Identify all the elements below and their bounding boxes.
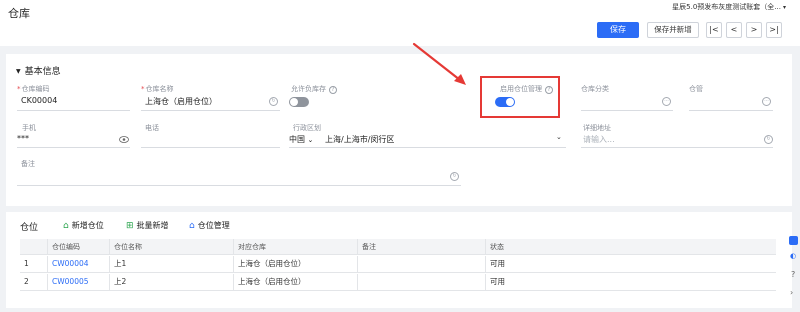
more-icon[interactable]: ···: [662, 97, 671, 106]
table-row[interactable]: 2 CW00005 上2 上海仓（启用仓位） 可用: [20, 274, 776, 291]
basic-info-card: ▼ 基本信息: [6, 54, 792, 206]
position-remark: [358, 256, 486, 272]
address-underline: [581, 147, 773, 148]
category-label: 仓库分类: [581, 85, 609, 93]
eye-icon[interactable]: [119, 136, 129, 143]
col-code: 仓位编码: [48, 239, 110, 254]
prev-record-button[interactable]: <: [726, 22, 742, 38]
tel-label: 电话: [145, 124, 159, 132]
refresh-icon[interactable]: ↻: [764, 135, 773, 144]
chevron-down-icon: ⌄: [307, 136, 314, 144]
arrow-annotation: [412, 42, 466, 85]
position-name: 上1: [110, 256, 234, 272]
allow-negative-toggle[interactable]: [289, 97, 309, 107]
address-input[interactable]: 请输入...: [583, 134, 615, 145]
positions-card: 仓位 ⌂ 新增仓位 ⊞ 批量新增 ⌂ 仓位管理 仓位编码 仓位名称 对应仓库 备注 状…: [6, 212, 792, 308]
table-row[interactable]: 1 CW00004 上1 上海仓（启用仓位） 可用: [20, 256, 776, 273]
region-select[interactable]: 上海/上海市/闵行区: [325, 134, 394, 145]
category-underline: [581, 110, 673, 111]
save-button[interactable]: 保存: [597, 22, 639, 38]
basic-info-toggle[interactable]: ▼ 基本信息: [16, 64, 61, 77]
col-warehouse: 对应仓库: [234, 239, 358, 254]
chevron-right-icon[interactable]: ›: [790, 288, 793, 297]
country-select[interactable]: 中国 ⌄: [289, 134, 313, 145]
allow-negative-label: 允许负库存?: [291, 84, 337, 94]
chat-icon[interactable]: [789, 236, 798, 245]
manager-underline: [689, 110, 773, 111]
region-underline: [289, 147, 566, 148]
page-title: 仓库: [8, 7, 30, 20]
next-record-button[interactable]: >: [746, 22, 762, 38]
position-status: 可用: [490, 259, 505, 268]
chevron-down-icon: ▾: [782, 4, 786, 11]
manager-label: 仓管: [689, 85, 703, 93]
name-label: *仓库名称: [141, 85, 174, 93]
phone-underline: [17, 147, 130, 148]
col-status: 状态: [490, 243, 504, 251]
batch-add-button[interactable]: ⊞ 批量新增: [126, 220, 169, 231]
headset-icon[interactable]: ◐: [790, 252, 796, 260]
chevron-down-icon[interactable]: ⌄: [556, 133, 562, 141]
col-index: [20, 239, 48, 254]
phone-label: 手机: [22, 124, 36, 132]
region-label: 行政区划: [293, 124, 321, 132]
col-name: 仓位名称: [110, 239, 234, 254]
positions-table-header: 仓位编码 仓位名称 对应仓库 备注 状态: [20, 239, 776, 255]
remark-label: 备注: [21, 160, 35, 168]
col-remark: 备注: [358, 239, 486, 254]
add-icon: ⌂: [63, 221, 69, 231]
positions-title: 仓位: [20, 223, 39, 233]
row-index: 2: [20, 274, 48, 290]
manage-icon: ⌂: [189, 221, 195, 231]
annotation-highlight-box: [480, 76, 560, 118]
help-icon: ?: [329, 86, 337, 94]
code-label: *仓库编码: [17, 85, 50, 93]
last-record-button[interactable]: >|: [766, 22, 782, 38]
refresh-icon[interactable]: ↻: [269, 97, 278, 106]
batch-add-icon: ⊞: [126, 221, 134, 231]
position-warehouse: 上海仓（启用仓位）: [234, 274, 358, 290]
position-name: 上2: [110, 274, 234, 290]
name-input[interactable]: 上海仓（启用仓位）: [145, 96, 217, 107]
org-select-label: 星辰5.0预发布灰度测试账套（全...: [672, 3, 781, 11]
tel-underline: [141, 147, 280, 148]
remark-underline: [17, 185, 461, 186]
position-status: 可用: [490, 277, 505, 286]
refresh-icon[interactable]: ↻: [450, 172, 459, 181]
manage-position-button[interactable]: ⌂ 仓位管理: [189, 220, 230, 231]
row-index: 1: [20, 256, 48, 272]
help-icon[interactable]: ?: [791, 270, 795, 279]
add-position-button[interactable]: ⌂ 新增仓位: [63, 220, 104, 231]
org-select[interactable]: 星辰5.0预发布灰度测试账套（全... ▾: [672, 2, 786, 12]
page-header: 仓库 星辰5.0预发布灰度测试账套（全... ▾ 保存 保存并新增 |< < > …: [0, 0, 800, 46]
position-remark: [358, 274, 486, 290]
phone-input[interactable]: ***: [17, 134, 29, 143]
collapse-icon: ▼: [16, 68, 21, 75]
first-record-button[interactable]: |<: [706, 22, 722, 38]
basic-info-title: 基本信息: [24, 67, 61, 77]
right-side-rail: ◐ ? ›: [787, 230, 800, 312]
position-warehouse: 上海仓（启用仓位）: [234, 256, 358, 272]
position-code-link[interactable]: CW00005: [48, 274, 110, 290]
position-code-link[interactable]: CW00004: [48, 256, 110, 272]
more-icon[interactable]: ···: [762, 97, 771, 106]
code-underline: [17, 110, 130, 111]
name-underline: [141, 110, 280, 111]
save-and-new-button[interactable]: 保存并新增: [647, 22, 699, 38]
address-label: 详细地址: [583, 124, 611, 132]
code-input[interactable]: CK00004: [21, 96, 57, 105]
